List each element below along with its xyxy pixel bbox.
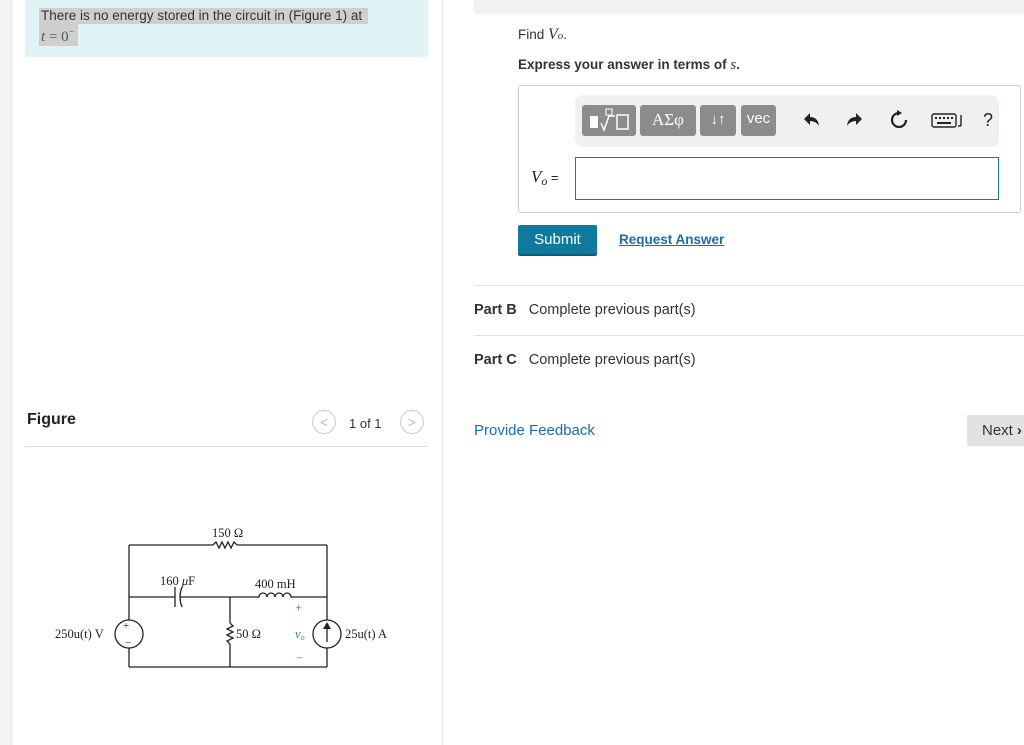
greek-button[interactable]: ΑΣφ xyxy=(640,105,696,136)
divider xyxy=(474,285,1024,286)
chevron-right-icon: › xyxy=(1016,422,1022,439)
chevron-left-icon[interactable]: < xyxy=(312,410,336,434)
c1-label: 160 μF xyxy=(160,574,195,588)
vec-button[interactable]: vec xyxy=(741,105,776,136)
template-icon xyxy=(590,108,629,133)
circuit-diagram: + − 150 Ω 160 μF 400 mH 50 Ω 250u(t) V 2… xyxy=(55,526,387,668)
left-rail xyxy=(0,0,12,745)
submit-button[interactable]: Submit xyxy=(518,225,597,256)
answer-input[interactable] xyxy=(575,157,999,200)
r2-label: 50 Ω xyxy=(236,627,261,641)
answer-label: Vo = xyxy=(531,167,559,188)
reset-icon[interactable] xyxy=(888,109,910,131)
chevron-right-icon[interactable]: > xyxy=(400,410,424,434)
problem-intro: There is no energy stored in the circuit… xyxy=(25,0,428,57)
svg-text:+: + xyxy=(295,601,302,615)
svg-text:−: − xyxy=(125,637,131,649)
isrc-label: 25u(t) A xyxy=(345,627,387,641)
top-strip xyxy=(474,0,1024,14)
divider xyxy=(474,335,1024,336)
keyboard-icon[interactable] xyxy=(931,109,965,131)
find-prompt: Find Vo. xyxy=(518,26,568,43)
part-b[interactable]: Part B Complete previous part(s) xyxy=(474,302,696,318)
redo-icon[interactable] xyxy=(843,109,865,131)
provide-feedback-link[interactable]: Provide Feedback xyxy=(474,422,595,439)
intro-text: There is no energy stored in the circuit… xyxy=(39,8,369,24)
express-instruction: Express your answer in terms of s. xyxy=(518,57,740,73)
intro-math: t = 0− xyxy=(39,24,79,46)
template-button[interactable] xyxy=(582,105,636,136)
vo-label: vo xyxy=(295,627,305,642)
l1-label: 400 mH xyxy=(255,577,296,591)
figure-page-count: 1 of 1 xyxy=(349,416,382,431)
svg-text:−: − xyxy=(296,651,303,665)
r1-label: 150 Ω xyxy=(212,526,243,540)
figure-title: Figure xyxy=(27,411,76,428)
next-button[interactable]: Next › xyxy=(967,415,1024,446)
part-c[interactable]: Part C Complete previous part(s) xyxy=(474,352,696,368)
request-answer-link[interactable]: Request Answer xyxy=(619,232,724,247)
svg-text:+: + xyxy=(123,620,129,632)
math-toolbar: ΑΣφ ↓↑ vec ? xyxy=(575,95,999,147)
subscript-button[interactable]: ↓↑ xyxy=(700,105,736,136)
undo-icon[interactable] xyxy=(801,109,823,131)
figure-header: Figure < 1 of 1 > xyxy=(25,405,428,447)
help-button[interactable]: ? xyxy=(977,109,999,131)
vsrc-label: 250u(t) V xyxy=(55,627,104,641)
